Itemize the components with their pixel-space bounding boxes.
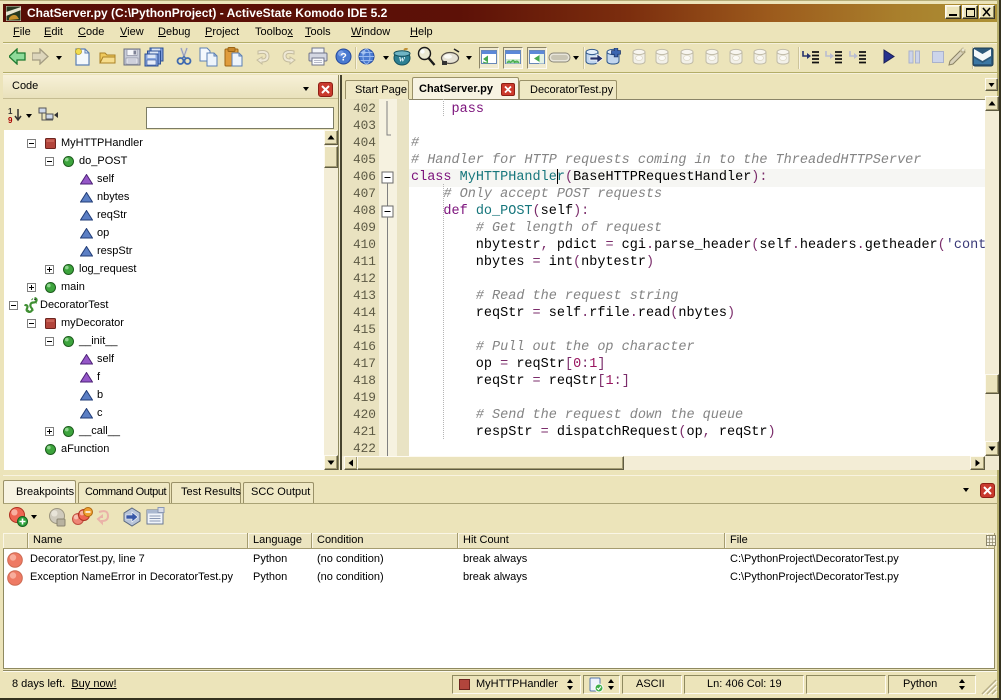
svg-text:w: w bbox=[399, 54, 406, 64]
svg-text:1: 1 bbox=[8, 107, 13, 116]
svg-text:9: 9 bbox=[8, 116, 13, 125]
svg-text:?: ? bbox=[340, 52, 347, 64]
